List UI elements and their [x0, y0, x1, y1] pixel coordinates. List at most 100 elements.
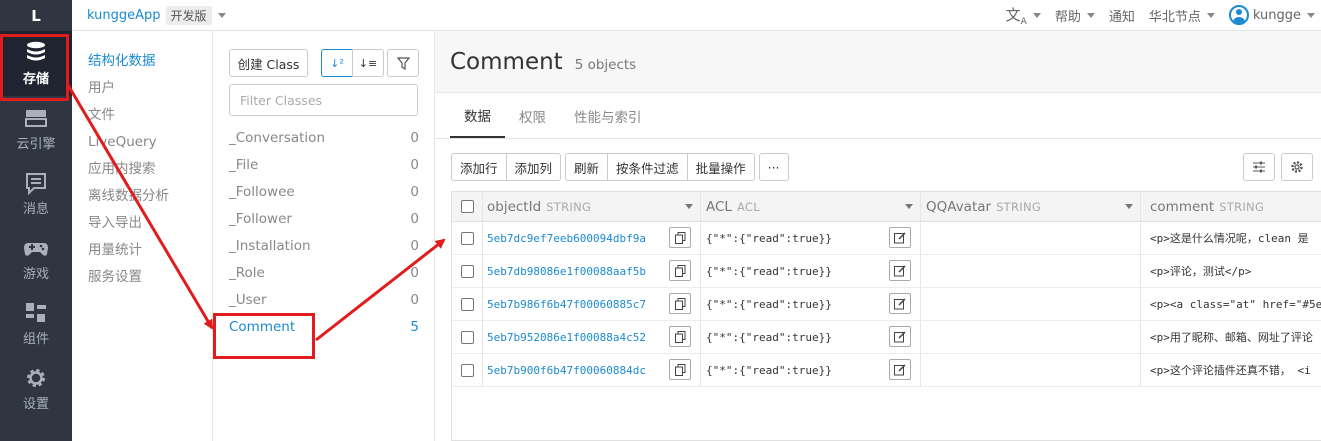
row-checkbox[interactable] — [460, 264, 474, 278]
subnav-item-offline-analysis[interactable]: 离线数据分析 — [72, 183, 212, 210]
rail-item-game[interactable]: 游戏 — [0, 226, 72, 291]
copy-button[interactable] — [669, 326, 691, 347]
row-checkbox[interactable] — [460, 297, 474, 311]
subnav-item-structured-data[interactable]: 结构化数据 — [72, 48, 212, 75]
add-row-button[interactable]: 添加行 — [451, 153, 507, 181]
table-row[interactable]: 5eb7db98086e1f00088aaf5b {"*":{"read":tru… — [452, 255, 1321, 288]
app-name[interactable]: kunggeApp — [87, 8, 161, 23]
comment-value[interactable]: <p>这个评论插件还真不错， <i — [1150, 362, 1311, 378]
class-list-pane: 创建 Class ↓² ↓≡ _Conversation 0 _File 0 _Fo… — [213, 31, 435, 441]
object-count: 5 objects — [574, 57, 637, 73]
more-button[interactable]: ··· — [758, 153, 789, 181]
acl-value[interactable]: {"*":{"read":true}} — [706, 364, 832, 377]
gear-icon — [1291, 161, 1303, 173]
class-item-role[interactable]: _Role 0 — [229, 259, 419, 286]
batch-operation-button[interactable]: 批量操作 — [686, 153, 755, 181]
table-row[interactable]: 5eb7b986f6b47f00060885c7 {"*":{"read":tru… — [452, 288, 1321, 321]
subnav-item-usage-stats[interactable]: 用量统计 — [72, 237, 212, 264]
copy-button[interactable] — [669, 359, 691, 380]
region-label: 华北节点 — [1148, 9, 1201, 25]
app-logo[interactable]: L — [0, 0, 72, 31]
class-list: _Conversation 0 _File 0 _Followee 0 _Follow… — [229, 124, 419, 340]
app-switch-caret-icon[interactable] — [217, 12, 226, 18]
comment-value[interactable]: <p>评论，测试</p> — [1150, 263, 1251, 279]
acl-value[interactable]: {"*":{"read":true}} — [706, 298, 832, 311]
class-item-followee[interactable]: _Followee 0 — [229, 178, 419, 205]
subnav-item-service-settings[interactable]: 服务设置 — [72, 264, 212, 291]
class-name: _Follower — [229, 210, 292, 227]
rail-item-storage[interactable]: 存储 — [0, 31, 72, 96]
edit-acl-button[interactable] — [889, 293, 911, 314]
column-menu-caret-icon[interactable] — [685, 204, 693, 209]
language-menu[interactable]: 文A — [1006, 4, 1041, 27]
class-count: 0 — [410, 237, 419, 254]
table-row[interactable]: 5eb7dc9ef7eeb600094dbf9a {"*":{"read":tru… — [452, 222, 1321, 255]
edit-acl-button[interactable] — [889, 260, 911, 281]
select-all-checkbox[interactable] — [460, 200, 474, 213]
copy-button[interactable] — [669, 227, 691, 248]
column-settings-button[interactable] — [1243, 153, 1275, 181]
table-settings-button[interactable] — [1281, 153, 1313, 181]
gear-icon — [24, 365, 48, 391]
copy-button[interactable] — [669, 260, 691, 281]
column-header-comment[interactable]: comment STRING — [1141, 192, 1321, 221]
add-column-button[interactable]: 添加列 — [505, 153, 562, 181]
row-checkbox[interactable] — [460, 231, 474, 245]
acl-value[interactable]: {"*":{"read":true}} — [706, 265, 832, 278]
tab-data[interactable]: 数据 — [450, 93, 505, 138]
comment-value[interactable]: <p><a class="at" href="#5e — [1150, 298, 1321, 311]
comment-value[interactable]: <p>这是什么情况呢，clean 是 — [1150, 230, 1309, 246]
class-item-conversation[interactable]: _Conversation 0 — [229, 124, 419, 151]
column-type: STRING — [546, 199, 592, 214]
column-header-qqavatar[interactable]: QQAvatar STRING — [921, 192, 1141, 221]
sort-by-count-button[interactable]: ↓≡ — [352, 49, 384, 77]
acl-value[interactable]: {"*":{"read":true}} — [706, 232, 832, 245]
tab-performance-index[interactable]: 性能与索引 — [560, 93, 656, 138]
subnav-item-in-app-search[interactable]: 应用内搜索 — [72, 156, 212, 183]
filter-classes-input[interactable] — [229, 84, 418, 116]
rail-item-settings[interactable]: 设置 — [0, 356, 72, 421]
column-header-acl[interactable]: ACL ACL — [701, 192, 921, 221]
notify-link[interactable]: 通知 — [1109, 6, 1135, 25]
edit-acl-button[interactable] — [889, 326, 911, 347]
table-row[interactable]: 5eb7b900f6b47f00060884dc {"*":{"read":tru… — [452, 354, 1321, 387]
class-item-installation[interactable]: _Installation 0 — [229, 232, 419, 259]
object-id-link[interactable]: 5eb7b986f6b47f00060885c7 — [487, 298, 646, 311]
subnav-item-users[interactable]: 用户 — [72, 75, 212, 102]
row-checkbox[interactable] — [460, 363, 474, 377]
class-item-file[interactable]: _File 0 — [229, 151, 419, 178]
help-menu[interactable]: 帮助 — [1055, 6, 1095, 25]
tab-permissions[interactable]: 权限 — [505, 93, 560, 138]
filter-button[interactable] — [387, 49, 419, 77]
table-row[interactable]: 5eb7b952086e1f00088a4c52 {"*":{"read":tru… — [452, 321, 1321, 354]
edit-acl-button[interactable] — [889, 227, 911, 248]
rail-item-cloud-engine[interactable]: 云引擎 — [0, 96, 72, 161]
object-id-link[interactable]: 5eb7dc9ef7eeb600094dbf9a — [487, 232, 646, 245]
column-menu-caret-icon[interactable] — [905, 204, 913, 209]
copy-button[interactable] — [669, 293, 691, 314]
edit-acl-button[interactable] — [889, 359, 911, 380]
column-header-objectid[interactable]: objectId STRING — [483, 192, 701, 221]
rail-item-message[interactable]: 消息 — [0, 161, 72, 226]
class-item-user[interactable]: _User 0 — [229, 286, 419, 313]
object-id-link[interactable]: 5eb7b952086e1f00088a4c52 — [487, 331, 646, 344]
row-checkbox[interactable] — [460, 330, 474, 344]
filter-by-condition-button[interactable]: 按条件过滤 — [607, 153, 688, 181]
column-menu-caret-icon[interactable] — [1125, 204, 1133, 209]
acl-value[interactable]: {"*":{"read":true}} — [706, 331, 832, 344]
create-class-button[interactable]: 创建 Class — [229, 49, 308, 77]
class-name: _Role — [229, 264, 265, 281]
subnav-item-import-export[interactable]: 导入导出 — [72, 210, 212, 237]
sort-by-name-button[interactable]: ↓² — [321, 49, 353, 77]
object-id-link[interactable]: 5eb7db98086e1f00088aaf5b — [487, 265, 646, 278]
class-item-follower[interactable]: _Follower 0 — [229, 205, 419, 232]
user-menu[interactable]: kungge — [1228, 5, 1315, 25]
rail-item-components[interactable]: 组件 — [0, 291, 72, 356]
refresh-button[interactable]: 刷新 — [565, 153, 609, 181]
object-id-link[interactable]: 5eb7b900f6b47f00060884dc — [487, 364, 646, 377]
subnav-item-livequery[interactable]: LiveQuery — [72, 129, 212, 156]
region-menu[interactable]: 华北节点 — [1149, 6, 1215, 25]
class-item-comment[interactable]: Comment 5 — [229, 313, 419, 340]
subnav-item-files[interactable]: 文件 — [72, 102, 212, 129]
comment-value[interactable]: <p>用了昵称、邮箱、网址了评论 — [1150, 329, 1313, 345]
